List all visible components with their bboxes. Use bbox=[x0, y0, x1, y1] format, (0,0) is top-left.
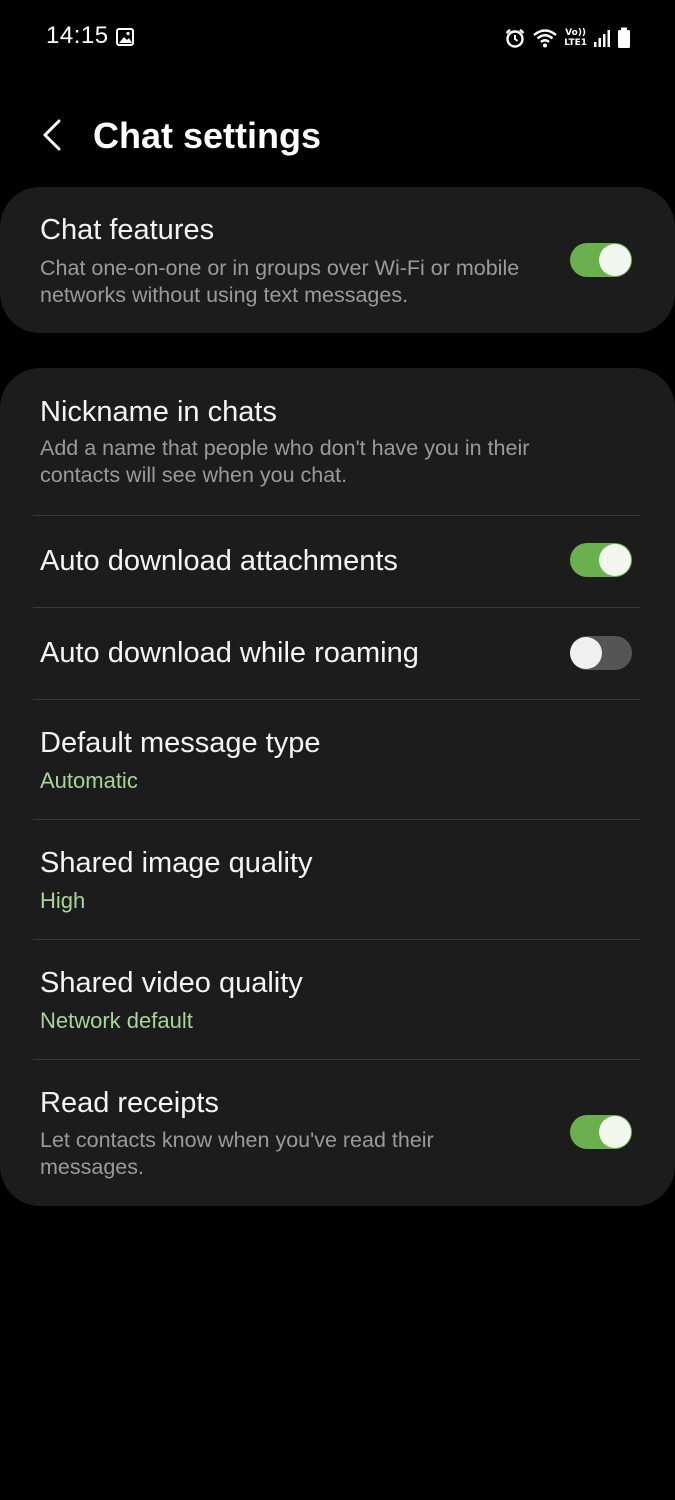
chat-features-toggle[interactable] bbox=[570, 243, 632, 277]
volte-lte-indicator: Vo)) LTE1 bbox=[564, 28, 587, 48]
setting-title: Default message type bbox=[40, 727, 321, 759]
back-button[interactable] bbox=[30, 110, 74, 160]
status-bar: 14:15 Vo)) LTE1 bbox=[0, 0, 675, 76]
alarm-icon bbox=[504, 27, 526, 49]
setting-shared-image-quality[interactable]: Shared image quality High bbox=[0, 820, 675, 939]
setting-nickname-in-chats[interactable]: Nickname in chats Add a name that people… bbox=[0, 368, 675, 515]
toggle-knob bbox=[599, 244, 631, 276]
status-time: 14:15 bbox=[46, 22, 109, 49]
setting-title: Read receipts bbox=[40, 1087, 219, 1119]
toggle-knob bbox=[599, 1116, 631, 1148]
setting-description: Add a name that people who don't have yo… bbox=[40, 436, 530, 487]
setting-value: Automatic bbox=[40, 768, 138, 793]
setting-value: High bbox=[40, 888, 86, 913]
setting-title: Nickname in chats bbox=[40, 396, 277, 428]
setting-title: Chat features bbox=[40, 214, 215, 246]
setting-value: Network default bbox=[40, 1008, 193, 1033]
gallery-notification-icon bbox=[116, 28, 134, 46]
setting-default-message-type[interactable]: Default message type Automatic bbox=[0, 700, 675, 819]
page-title: Chat settings bbox=[93, 115, 322, 156]
settings-card-chat-options: Nickname in chats Add a name that people… bbox=[0, 368, 675, 1206]
auto-download-roaming-toggle[interactable] bbox=[570, 636, 632, 670]
auto-download-attachments-toggle[interactable] bbox=[570, 543, 632, 577]
toggle-knob bbox=[570, 637, 602, 669]
setting-auto-download-roaming[interactable]: Auto download while roaming bbox=[0, 608, 675, 699]
chevron-left-icon bbox=[43, 119, 61, 151]
battery-icon bbox=[617, 27, 631, 49]
status-icons: Vo)) LTE1 bbox=[504, 24, 631, 52]
setting-title: Auto download while roaming bbox=[40, 637, 419, 669]
setting-auto-download-attachments[interactable]: Auto download attachments bbox=[0, 516, 675, 607]
setting-read-receipts[interactable]: Read receipts Let contacts know when you… bbox=[0, 1060, 675, 1206]
setting-title: Auto download attachments bbox=[40, 545, 398, 577]
setting-description: Let contacts know when you've read their… bbox=[40, 1128, 434, 1179]
wifi-icon bbox=[532, 27, 558, 49]
signal-icon bbox=[593, 28, 611, 48]
setting-title: Shared image quality bbox=[40, 847, 313, 879]
settings-card-chat-features: Chat features Chat one-on-one or in grou… bbox=[0, 187, 675, 333]
read-receipts-toggle[interactable] bbox=[570, 1115, 632, 1149]
toggle-knob bbox=[599, 544, 631, 576]
setting-shared-video-quality[interactable]: Shared video quality Network default bbox=[0, 940, 675, 1059]
setting-title: Shared video quality bbox=[40, 967, 303, 999]
setting-chat-features[interactable]: Chat features Chat one-on-one or in grou… bbox=[0, 187, 675, 333]
app-bar: Chat settings bbox=[0, 100, 675, 172]
setting-description: Chat one-on-one or in groups over Wi-Fi … bbox=[40, 256, 520, 307]
